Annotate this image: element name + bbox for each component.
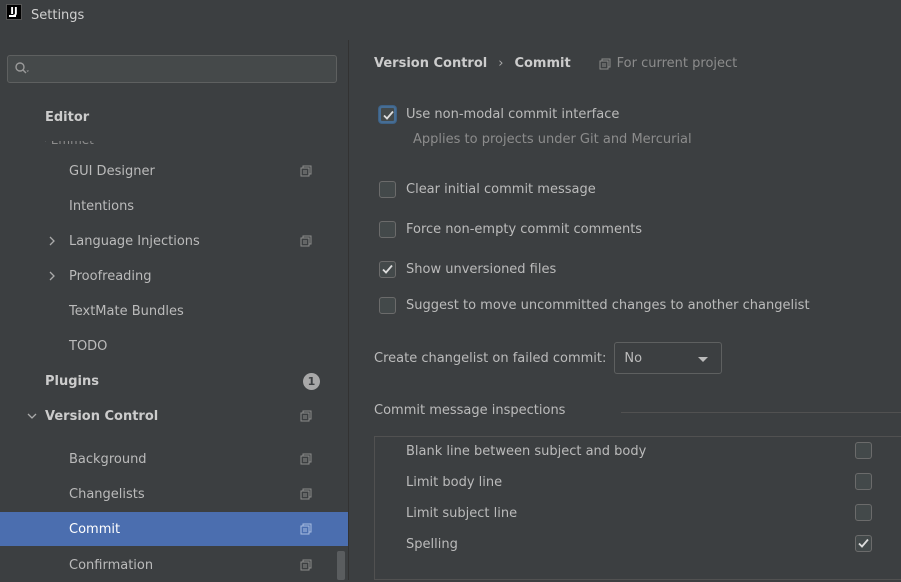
checkbox-checked[interactable] [379, 260, 396, 278]
sidebar-item-label: Background [69, 451, 147, 467]
project-scope-icon [300, 165, 312, 177]
inspection-row[interactable]: Limit body line [379, 470, 502, 494]
section-divider [621, 412, 901, 413]
checkbox-unchecked[interactable] [379, 220, 396, 238]
sidebar-item-version-control[interactable]: Version Control [0, 399, 348, 433]
sidebar-item-plugins[interactable]: Plugins 1 [0, 364, 348, 398]
project-scope-icon [300, 410, 312, 422]
inspection-checkbox[interactable] [855, 504, 872, 521]
chevron-right-icon[interactable] [46, 270, 58, 282]
sidebar-item-label: Intentions [69, 198, 135, 214]
non-modal-hint: Applies to projects under Git and Mercur… [413, 132, 692, 147]
inspection-label: Blank line between subject and body [406, 443, 647, 459]
window-title: Settings [31, 8, 85, 23]
create-changelist-dropdown[interactable]: No [614, 342, 723, 374]
chevron-down-icon[interactable] [26, 410, 38, 422]
inspection-checkbox[interactable] [855, 535, 872, 552]
project-scope-icon [300, 453, 312, 465]
sidebar-item-label: TextMate Bundles [69, 303, 184, 319]
updates-badge: 1 [303, 372, 320, 390]
show-unversioned-files-checkbox[interactable]: Show unversioned files [379, 258, 556, 280]
inspection-checkbox[interactable] [855, 442, 872, 459]
sidebar-item-intentions[interactable]: Intentions [0, 189, 348, 223]
chevron-down-icon [698, 357, 709, 362]
inspection-row[interactable]: Limit subject line [379, 501, 517, 525]
breadcrumb-parent[interactable]: Version Control [374, 56, 487, 71]
project-scope-icon [300, 488, 312, 500]
settings-search-input[interactable] [7, 55, 337, 83]
dropdown-value: No [624, 350, 643, 366]
sidebar-item-label: Plugins [45, 373, 99, 389]
checkbox-label: Use non-modal commit interface [406, 106, 620, 122]
sidebar-item-label: Confirmation [69, 557, 154, 573]
sidebar-scrollbar[interactable] [337, 551, 345, 580]
sidebar-item-confirmation[interactable]: Confirmation [0, 548, 348, 582]
inspection-label: Limit subject line [406, 505, 518, 521]
sidebar-item-textmate-bundles[interactable]: TextMate Bundles [0, 294, 348, 328]
sidebar-item-changelists[interactable]: Changelists [0, 477, 348, 511]
inspection-label: Limit body line [406, 474, 503, 490]
force-non-empty-comments-checkbox[interactable]: Force non-empty commit comments [379, 218, 642, 240]
breadcrumb-current: Commit [514, 56, 571, 71]
checkbox-label: Show unversioned files [406, 261, 557, 277]
suggest-move-changes-checkbox[interactable]: Suggest to move uncommitted changes to a… [379, 294, 810, 316]
checkbox-label: Force non-empty commit comments [406, 221, 643, 237]
settings-content: Version Control › Commit For current pro… [349, 40, 901, 580]
search-icon [15, 62, 29, 74]
chevron-right-icon[interactable] [46, 235, 58, 247]
inspection-row[interactable]: Spelling [379, 532, 458, 556]
project-scope-icon [300, 235, 312, 247]
sidebar-item-editor[interactable]: Editor [0, 100, 348, 134]
breadcrumb: Version Control › Commit For current pro… [374, 56, 737, 71]
title-bar: IJ Settings [0, 0, 901, 40]
checkbox-unchecked[interactable] [379, 296, 396, 314]
sidebar-item-label: Editor [45, 109, 90, 125]
sidebar-item-proofreading[interactable]: Proofreading [0, 259, 348, 293]
sidebar-item-label: GUI Designer [69, 163, 155, 179]
breadcrumb-separator: › [498, 56, 504, 71]
checkbox-label: Suggest to move uncommitted changes to a… [406, 297, 810, 313]
create-changelist-label: Create changelist on failed commit: [374, 350, 607, 366]
clipped-tree-item: ⁄ Emmet [45, 141, 105, 147]
sidebar-item-language-injections[interactable]: Language Injections [0, 224, 348, 258]
project-scope-icon [599, 58, 611, 69]
inspection-label: Spelling [406, 536, 458, 552]
project-scope-label: For current project [616, 56, 738, 71]
sidebar-item-label: Commit [69, 521, 121, 537]
sidebar-item-label: Proofreading [69, 268, 152, 284]
sidebar-item-label: Changelists [69, 486, 145, 502]
sidebar-item-label: TODO [69, 338, 108, 354]
intellij-logo-icon: IJ [6, 4, 22, 20]
sidebar-item-label: Language Injections [69, 233, 200, 249]
sidebar-item-label: Version Control [45, 408, 159, 424]
sidebar-item-background[interactable]: Background [0, 442, 348, 476]
project-scope-note: For current project [599, 56, 738, 71]
inspection-checkbox[interactable] [855, 473, 872, 490]
project-scope-icon [300, 523, 312, 535]
checkbox-unchecked[interactable] [379, 180, 396, 198]
sidebar-item-todo[interactable]: TODO [0, 329, 348, 363]
checkbox-checked[interactable] [379, 105, 396, 123]
settings-sidebar: ⁄ Emmet Editor GUI Designer Intentions L… [0, 40, 349, 580]
inspection-row[interactable]: Blank line between subject and body [379, 439, 646, 463]
create-changelist-row: Create changelist on failed commit: No [374, 342, 723, 374]
sidebar-item-commit[interactable]: Commit [0, 512, 348, 546]
sidebar-item-gui-designer[interactable]: GUI Designer [0, 154, 348, 188]
non-modal-commit-checkbox[interactable]: Use non-modal commit interface [379, 103, 619, 125]
inspections-section-title: Commit message inspections [374, 403, 566, 418]
checkbox-label: Clear initial commit message [406, 181, 596, 197]
clear-initial-message-checkbox[interactable]: Clear initial commit message [379, 178, 596, 200]
project-scope-icon [300, 559, 312, 571]
